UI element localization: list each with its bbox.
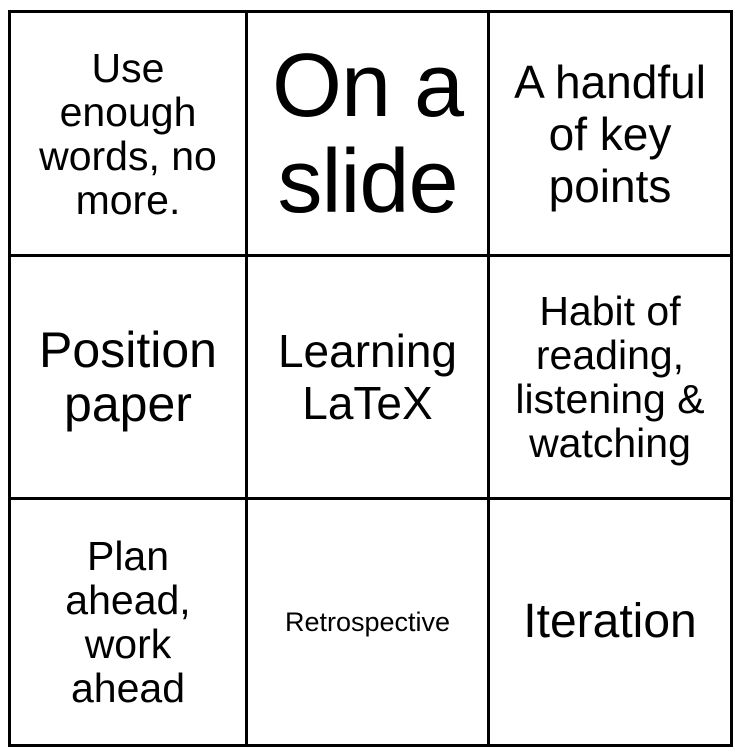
cell-text-2: On a slide	[271, 35, 464, 232]
grid-cell-3: A handful of key points	[487, 10, 733, 257]
cell-text-3: A handful of key points	[514, 55, 706, 212]
cell-text-6: Habit of reading, listening & watching	[515, 288, 705, 466]
grid-cell-8: Retrospective	[245, 497, 490, 747]
cell-text-8: Retrospective	[284, 607, 451, 637]
bingo-grid: Use enough words, no more. On a slide A …	[8, 10, 733, 747]
grid-cell-6: Habit of reading, listening & watching	[487, 254, 733, 500]
cell-text-4: Position paper	[39, 322, 217, 432]
grid-cell-7: Plan ahead, work ahead	[8, 497, 248, 747]
cell-text-9: Iteration	[523, 595, 697, 648]
grid-cell-5: Learning LaTeX	[245, 254, 490, 500]
grid-cell-4: Position paper	[8, 254, 248, 500]
grid-cell-1: Use enough words, no more.	[8, 10, 248, 257]
cell-text-1: Use enough words, no more.	[39, 44, 217, 223]
cell-text-7: Plan ahead, work ahead	[65, 533, 191, 711]
grid-cell-9: Iteration	[487, 497, 733, 747]
cell-text-5: Learning LaTeX	[277, 325, 458, 429]
grid-cell-2: On a slide	[245, 10, 490, 257]
